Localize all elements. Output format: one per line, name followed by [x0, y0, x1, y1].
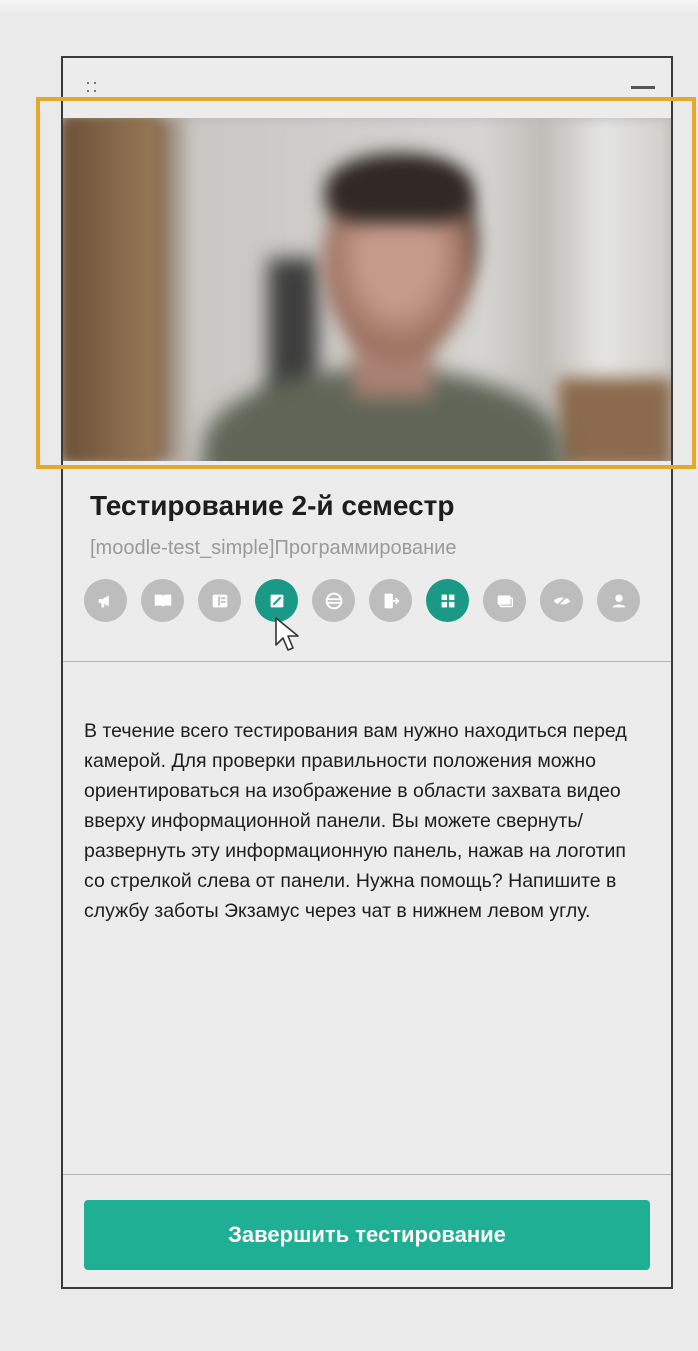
- book-icon[interactable]: [141, 579, 184, 622]
- tools-toolbar: [84, 579, 654, 623]
- instructions-text: В течение всего тестирования вам нужно н…: [84, 720, 627, 922]
- divider: [63, 661, 671, 662]
- grid-icon[interactable]: [426, 579, 469, 622]
- course-subtitle: [moodle-test_simple]Программирование: [90, 537, 457, 559]
- browser-icon[interactable]: [312, 579, 355, 622]
- user-icon[interactable]: [597, 579, 640, 622]
- eye-off-icon[interactable]: [540, 579, 583, 622]
- exam-title: Тестирование 2-й семестр: [90, 490, 455, 521]
- divider: [63, 1174, 671, 1175]
- mouse-cursor-icon: [275, 617, 299, 651]
- window-top-strip: [0, 0, 698, 14]
- calculator-icon[interactable]: [198, 579, 241, 622]
- minimize-button[interactable]: [631, 82, 655, 90]
- megaphone-icon[interactable]: [84, 579, 127, 622]
- exit-icon[interactable]: [369, 579, 412, 622]
- screen-share-icon[interactable]: [483, 579, 526, 622]
- finish-test-button[interactable]: Завершить тестирование: [84, 1200, 650, 1270]
- video-highlight-frame: [36, 97, 696, 469]
